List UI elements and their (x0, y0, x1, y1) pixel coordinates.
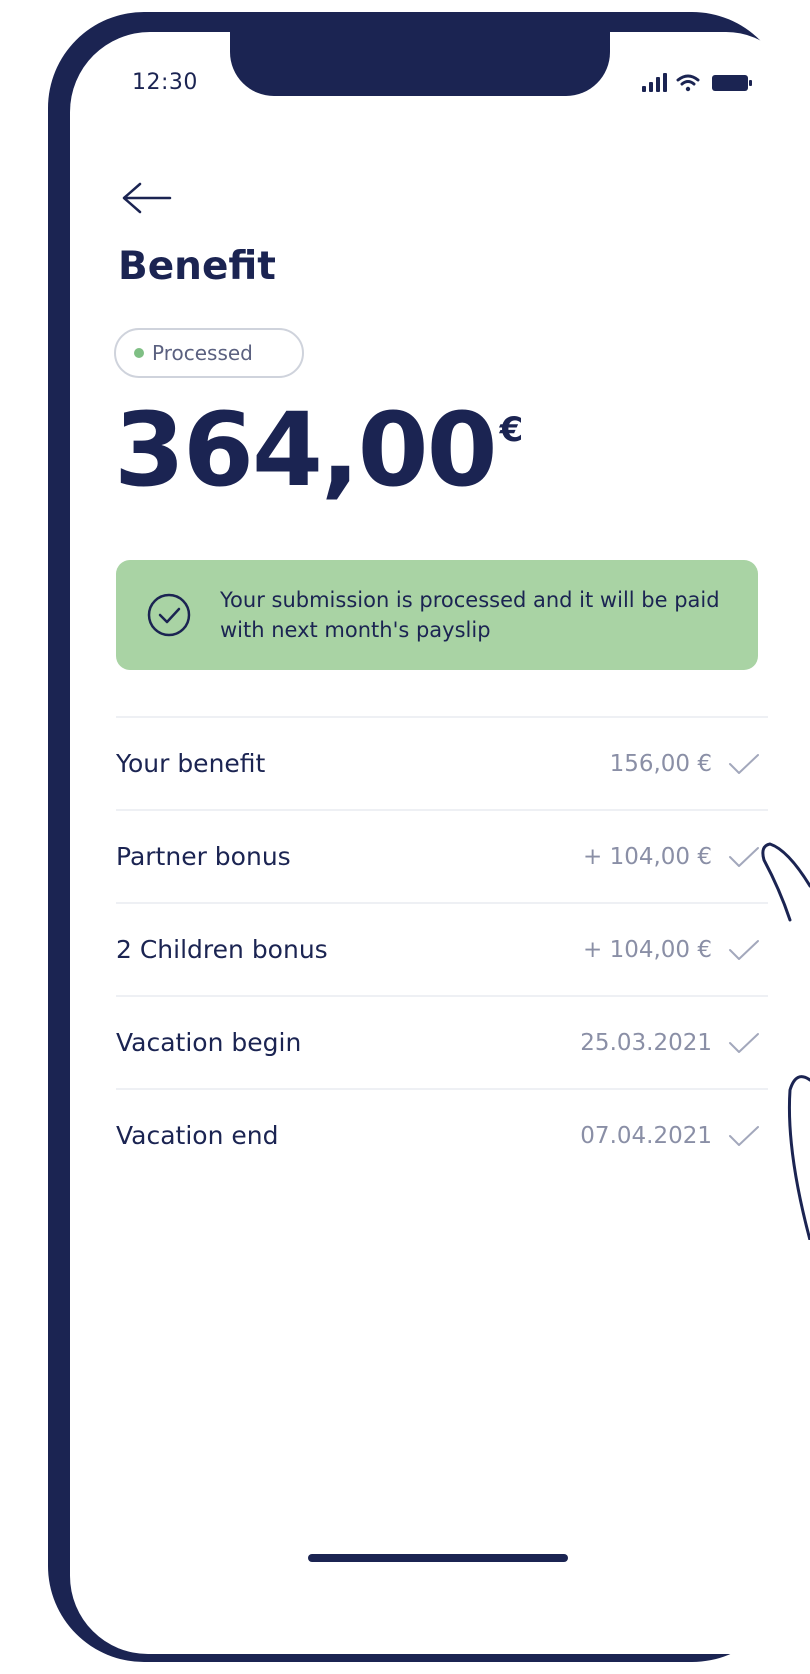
benefit-amount: 364,00 € (114, 400, 523, 520)
amount-currency: € (499, 410, 524, 450)
list-item-value: + 104,00 € (582, 843, 712, 870)
status-bar-time: 12:30 (132, 70, 198, 95)
list-item-value: 07.04.2021 (580, 1122, 712, 1149)
arrow-left-icon[interactable] (120, 180, 172, 216)
checkmark-icon (729, 753, 759, 774)
page-title: Benefit (118, 244, 276, 289)
benefit-details-list: Your benefit 156,00 € Partner bonus + 10… (116, 716, 768, 1181)
home-indicator[interactable] (308, 1554, 568, 1562)
list-item-label: 2 Children bonus (116, 935, 328, 964)
hand-illustration (761, 842, 810, 1240)
list-item-children-bonus: 2 Children bonus + 104,00 € (116, 902, 768, 995)
list-item-value: 156,00 € (609, 750, 712, 777)
list-item-partner-bonus: Partner bonus + 104,00 € (116, 809, 768, 902)
check-circle-icon (147, 593, 191, 637)
info-banner-message: Your submission is processed and it will… (220, 588, 720, 642)
status-badge-label: Processed (152, 341, 253, 365)
list-item-label: Vacation end (116, 1121, 279, 1150)
status-dot (134, 348, 144, 358)
list-item-vacation-end: Vacation end 07.04.2021 (116, 1088, 768, 1181)
list-item-value: + 104,00 € (582, 936, 712, 963)
checkmark-icon (729, 1032, 759, 1053)
list-item-vacation-begin: Vacation begin 25.03.2021 (116, 995, 768, 1088)
phone-notch (230, 12, 610, 96)
status-bar-icons (642, 73, 752, 92)
checkmark-icon (729, 1125, 759, 1146)
checkmark-icon (729, 846, 759, 867)
checkmark-icon (729, 939, 759, 960)
list-item-label: Partner bonus (116, 842, 291, 871)
info-banner: Your submission is processed and it will… (116, 560, 758, 670)
cellular-signal-icon (642, 73, 667, 92)
battery-icon (712, 75, 752, 91)
list-item-value: 25.03.2021 (580, 1029, 712, 1056)
list-item-label: Your benefit (116, 749, 266, 778)
wifi-icon (676, 74, 700, 92)
list-item-your-benefit: Your benefit 156,00 € (116, 716, 768, 809)
status-badge: Processed (114, 328, 304, 378)
list-item-label: Vacation begin (116, 1028, 302, 1057)
amount-value: 364,00 (114, 391, 498, 510)
